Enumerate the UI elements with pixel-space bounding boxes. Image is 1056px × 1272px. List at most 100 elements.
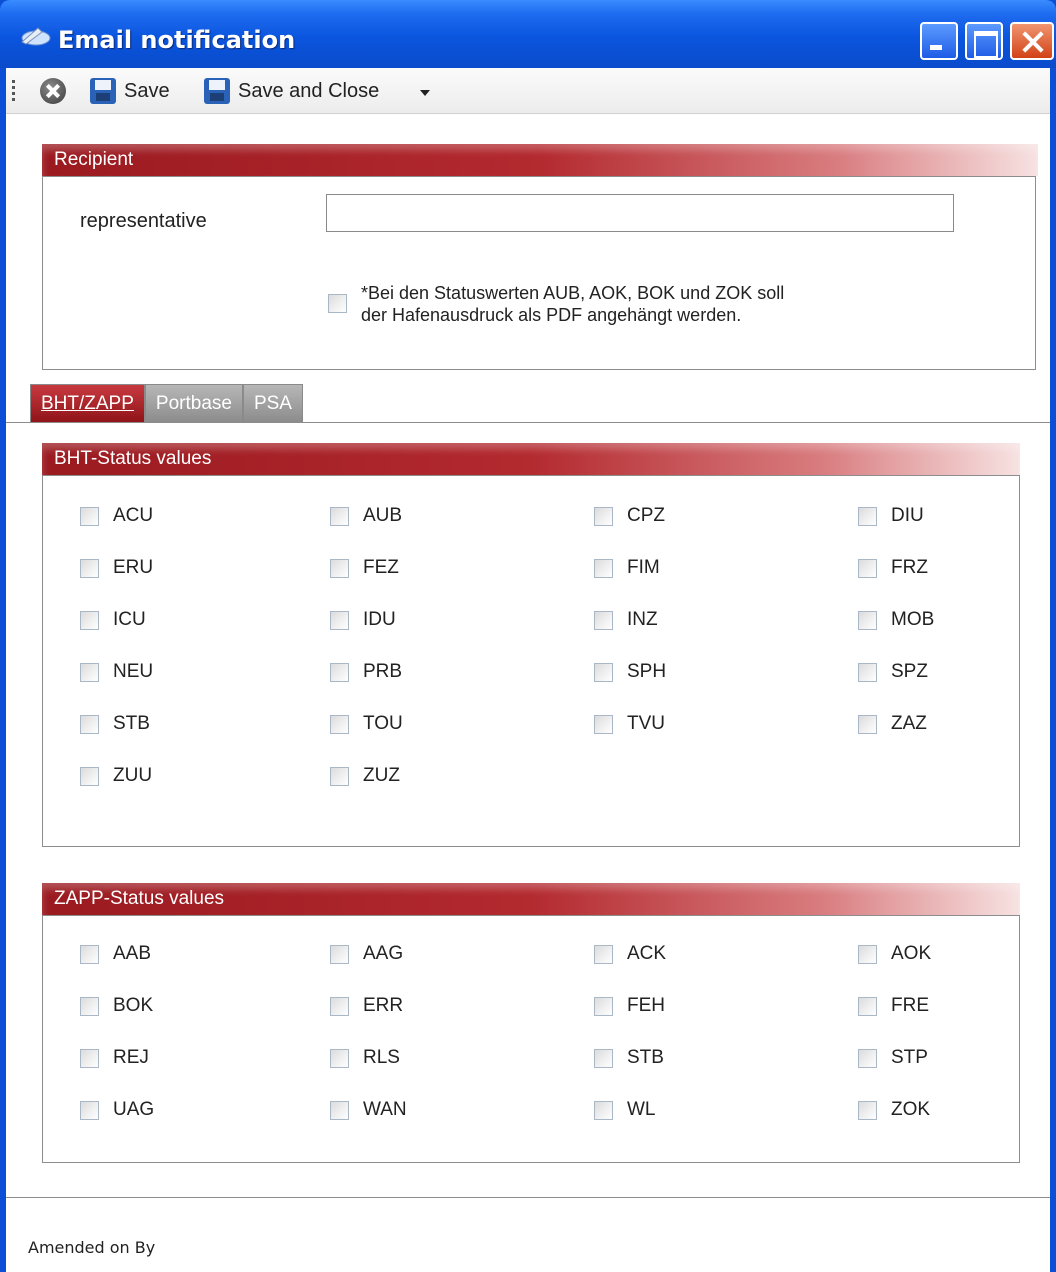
zapp-status-checkbox[interactable] xyxy=(594,1048,613,1068)
bht-status-checkbox[interactable] xyxy=(594,506,613,526)
bht-status-checkbox[interactable] xyxy=(330,766,349,786)
bht-status-label: INZ xyxy=(627,609,658,630)
bht-status-label: ZUU xyxy=(113,765,153,786)
bht-status-option-aub[interactable]: AUB xyxy=(330,505,402,527)
bht-status-checkbox[interactable] xyxy=(80,714,99,734)
bht-status-option-icu[interactable]: ICU xyxy=(80,609,146,631)
bht-status-option-inz[interactable]: INZ xyxy=(594,609,658,631)
pdf-attachment-option[interactable]: *Bei den Statuswerten AUB, AOK, BOK und … xyxy=(328,282,921,326)
tab-portbase[interactable]: Portbase xyxy=(144,384,243,422)
bht-status-checkbox[interactable] xyxy=(594,610,613,630)
bht-status-checkbox[interactable] xyxy=(80,766,99,786)
minimize-button[interactable] xyxy=(920,22,958,60)
bht-status-option-spz[interactable]: SPZ xyxy=(858,661,928,683)
save-button[interactable]: Save xyxy=(90,76,170,106)
bht-status-option-prb[interactable]: PRB xyxy=(330,661,402,683)
bht-status-checkbox[interactable] xyxy=(858,714,877,734)
bht-status-checkbox[interactable] xyxy=(858,610,877,630)
zapp-status-checkbox[interactable] xyxy=(80,1048,99,1068)
pdf-attachment-checkbox[interactable] xyxy=(328,294,347,313)
bht-status-checkbox[interactable] xyxy=(594,558,613,578)
zapp-status-option-wl[interactable]: WL xyxy=(594,1099,656,1121)
zapp-status-checkbox[interactable] xyxy=(80,996,99,1016)
save-and-close-button[interactable]: Save and Close xyxy=(204,76,379,106)
zapp-status-checkbox[interactable] xyxy=(80,944,99,964)
zapp-status-option-rls[interactable]: RLS xyxy=(330,1047,400,1069)
zapp-status-checkbox[interactable] xyxy=(858,944,877,964)
zapp-status-option-aab[interactable]: AAB xyxy=(80,943,151,965)
representative-input[interactable] xyxy=(326,194,954,232)
bht-status-checkbox[interactable] xyxy=(858,558,877,578)
zapp-status-option-rej[interactable]: REJ xyxy=(80,1047,149,1069)
email-notification-icon xyxy=(21,27,51,46)
bht-status-checkbox[interactable] xyxy=(594,662,613,682)
zapp-status-checkbox[interactable] xyxy=(594,944,613,964)
bht-status-checkbox[interactable] xyxy=(80,662,99,682)
bht-status-checkbox[interactable] xyxy=(330,558,349,578)
bht-status-option-neu[interactable]: NEU xyxy=(80,661,153,683)
zapp-status-option-stp[interactable]: STP xyxy=(858,1047,928,1069)
zapp-status-checkbox[interactable] xyxy=(80,1100,99,1120)
bht-status-option-diu[interactable]: DIU xyxy=(858,505,924,527)
floppy-disk-icon xyxy=(204,78,230,104)
zapp-status-checkbox[interactable] xyxy=(330,996,349,1016)
zapp-status-checkbox[interactable] xyxy=(330,1048,349,1068)
zapp-status-option-aag[interactable]: AAG xyxy=(330,943,403,965)
bht-status-option-tvu[interactable]: TVU xyxy=(594,713,665,735)
bht-status-option-zuu[interactable]: ZUU xyxy=(80,765,152,787)
bht-status-checkbox[interactable] xyxy=(594,714,613,734)
zapp-status-option-aok[interactable]: AOK xyxy=(858,943,931,965)
bht-status-option-cpz[interactable]: CPZ xyxy=(594,505,665,527)
bht-status-checkbox[interactable] xyxy=(858,662,877,682)
bht-status-option-fez[interactable]: FEZ xyxy=(330,557,399,579)
close-window-button[interactable] xyxy=(1010,22,1054,60)
bht-status-option-zuz[interactable]: ZUZ xyxy=(330,765,400,787)
bht-status-option-eru[interactable]: ERU xyxy=(80,557,153,579)
bht-status-option-tou[interactable]: TOU xyxy=(330,713,403,735)
bht-status-option-idu[interactable]: IDU xyxy=(330,609,396,631)
bht-status-checkbox[interactable] xyxy=(858,506,877,526)
zapp-status-checkbox[interactable] xyxy=(858,996,877,1016)
zapp-status-checkbox[interactable] xyxy=(330,1100,349,1120)
bht-status-checkbox[interactable] xyxy=(330,506,349,526)
zapp-status-option-uag[interactable]: UAG xyxy=(80,1099,154,1121)
bht-status-checkbox[interactable] xyxy=(80,506,99,526)
bht-status-option-sph[interactable]: SPH xyxy=(594,661,666,683)
bht-status-option-fim[interactable]: FIM xyxy=(594,557,660,579)
cancel-button[interactable] xyxy=(40,76,66,106)
bht-status-checkbox[interactable] xyxy=(80,558,99,578)
bht-status-checkbox[interactable] xyxy=(330,662,349,682)
zapp-status-option-ack[interactable]: ACK xyxy=(594,943,666,965)
zapp-status-checkbox[interactable] xyxy=(594,996,613,1016)
zapp-status-checkbox[interactable] xyxy=(330,944,349,964)
zapp-status-option-bok[interactable]: BOK xyxy=(80,995,153,1017)
toolbar-grip-icon[interactable] xyxy=(12,80,15,104)
title-bar[interactable]: Email notification xyxy=(0,0,1056,68)
zapp-status-option-feh[interactable]: FEH xyxy=(594,995,665,1017)
zapp-status-checkbox[interactable] xyxy=(594,1100,613,1120)
bht-status-option-frz[interactable]: FRZ xyxy=(858,557,928,579)
bht-status-option-acu[interactable]: ACU xyxy=(80,505,153,527)
bht-status-checkbox[interactable] xyxy=(330,714,349,734)
bht-status-option-zaz[interactable]: ZAZ xyxy=(858,713,927,735)
zapp-status-option-fre[interactable]: FRE xyxy=(858,995,929,1017)
bht-status-option-stb[interactable]: STB xyxy=(80,713,150,735)
zapp-status-checkbox[interactable] xyxy=(858,1048,877,1068)
zapp-status-option-zok[interactable]: ZOK xyxy=(858,1099,930,1121)
tab-bht-zapp[interactable]: BHT/ZAPP xyxy=(30,384,145,422)
zapp-status-option-err[interactable]: ERR xyxy=(330,995,403,1017)
bht-status-label: ZAZ xyxy=(891,713,927,734)
bht-status-label: ERU xyxy=(113,557,154,578)
bht-status-checkbox[interactable] xyxy=(330,610,349,630)
bht-status-label: PRB xyxy=(363,661,403,682)
tab-psa[interactable]: PSA xyxy=(242,384,303,422)
bht-status-option-mob[interactable]: MOB xyxy=(858,609,934,631)
zapp-status-label: FEH xyxy=(627,995,665,1016)
zapp-status-option-wan[interactable]: WAN xyxy=(330,1099,407,1121)
zapp-status-label: FRE xyxy=(891,995,929,1016)
bht-status-checkbox[interactable] xyxy=(80,610,99,630)
toolbar-overflow-chevron-down-icon[interactable] xyxy=(420,90,430,96)
zapp-status-option-stb[interactable]: STB xyxy=(594,1047,664,1069)
zapp-status-checkbox[interactable] xyxy=(858,1100,877,1120)
maximize-button[interactable] xyxy=(965,22,1003,60)
